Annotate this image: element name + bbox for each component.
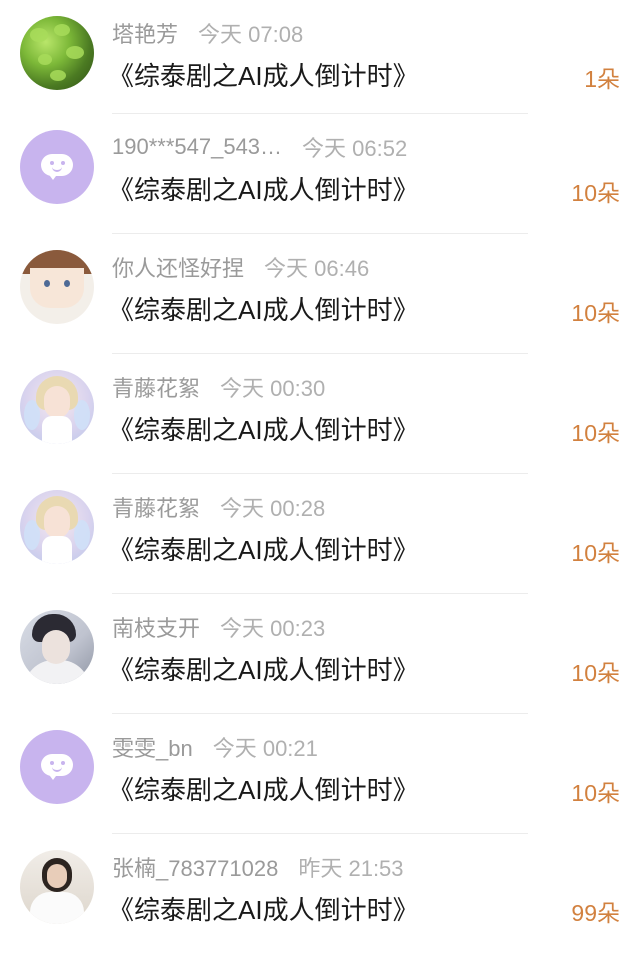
name-line: 塔艳芳 今天 07:08 <box>112 18 303 48</box>
name-line: 张楠_783771028 昨天 21:53 <box>112 852 404 882</box>
flower-count: 10朵 <box>571 660 620 686</box>
username[interactable]: 塔艳芳 <box>112 17 178 49</box>
username[interactable]: 你人还怪好捏 <box>112 251 244 283</box>
name-line: 190***547_543… 今天 06:52 <box>112 132 407 162</box>
flower-count: 10朵 <box>571 540 620 566</box>
timestamp: 今天 07:08 <box>198 22 304 47</box>
list-item[interactable]: 你人还怪好捏 今天 06:46 《综泰剧之AI成人倒计时》 10朵 <box>0 234 640 354</box>
list-item[interactable]: 张楠_783771028 昨天 21:53 《综泰剧之AI成人倒计时》 99朵 <box>0 834 640 954</box>
flower-count: 10朵 <box>571 780 620 806</box>
name-line: 青藤花絮 今天 00:28 <box>112 492 325 522</box>
timestamp: 今天 00:30 <box>220 376 326 401</box>
flower-count: 10朵 <box>571 300 620 326</box>
avatar[interactable] <box>20 16 94 90</box>
flower-count: 1朵 <box>584 66 620 92</box>
avatar[interactable] <box>20 130 94 204</box>
avatar[interactable] <box>20 250 94 324</box>
list-item[interactable]: 青藤花絮 今天 00:30 《综泰剧之AI成人倒计时》 10朵 <box>0 354 640 474</box>
username[interactable]: 青藤花絮 <box>112 491 200 523</box>
timestamp: 今天 00:21 <box>212 736 318 761</box>
name-line: 南枝支开 今天 00:23 <box>112 612 325 642</box>
flower-count: 10朵 <box>571 420 620 446</box>
work-title: 《综泰剧之AI成人倒计时》 <box>108 61 419 91</box>
flower-count: 99朵 <box>571 900 620 926</box>
work-title: 《综泰剧之AI成人倒计时》 <box>108 175 419 205</box>
avatar[interactable] <box>20 610 94 684</box>
name-line: 你人还怪好捏 今天 06:46 <box>112 252 369 282</box>
work-title: 《综泰剧之AI成人倒计时》 <box>108 535 419 565</box>
username[interactable]: 青藤花絮 <box>112 371 200 403</box>
avatar[interactable] <box>20 850 94 924</box>
gift-record-list: 塔艳芳 今天 07:08 《综泰剧之AI成人倒计时》 1朵 190***547_… <box>0 0 640 961</box>
timestamp: 昨天 21:53 <box>298 856 404 881</box>
avatar[interactable] <box>20 730 94 804</box>
username[interactable]: 雯雯_bn <box>112 731 193 763</box>
avatar[interactable] <box>20 370 94 444</box>
work-title: 《综泰剧之AI成人倒计时》 <box>108 655 419 685</box>
work-title: 《综泰剧之AI成人倒计时》 <box>108 295 419 325</box>
work-title: 《综泰剧之AI成人倒计时》 <box>108 415 419 445</box>
timestamp: 今天 06:46 <box>264 256 370 281</box>
name-line: 青藤花絮 今天 00:30 <box>112 372 325 402</box>
username[interactable]: 张楠_783771028 <box>112 851 278 883</box>
avatar[interactable] <box>20 490 94 564</box>
list-item[interactable]: 190***547_543… 今天 06:52 《综泰剧之AI成人倒计时》 10… <box>0 114 640 234</box>
username[interactable]: 南枝支开 <box>112 611 200 643</box>
username[interactable]: 190***547_543… <box>112 134 282 160</box>
work-title: 《综泰剧之AI成人倒计时》 <box>108 775 419 805</box>
list-item[interactable]: 雯雯_bn 今天 00:21 《综泰剧之AI成人倒计时》 10朵 <box>0 714 640 834</box>
name-line: 雯雯_bn 今天 00:21 <box>112 732 318 762</box>
list-item[interactable]: 南枝支开 今天 00:23 《综泰剧之AI成人倒计时》 10朵 <box>0 594 640 714</box>
list-item[interactable]: 塔艳芳 今天 07:08 《综泰剧之AI成人倒计时》 1朵 <box>0 0 640 114</box>
timestamp: 今天 06:52 <box>302 136 408 161</box>
timestamp: 今天 00:28 <box>220 496 326 521</box>
list-item[interactable]: 青藤花絮 今天 00:28 《综泰剧之AI成人倒计时》 10朵 <box>0 474 640 594</box>
timestamp: 今天 00:23 <box>220 616 326 641</box>
flower-count: 10朵 <box>571 180 620 206</box>
work-title: 《综泰剧之AI成人倒计时》 <box>108 895 419 925</box>
